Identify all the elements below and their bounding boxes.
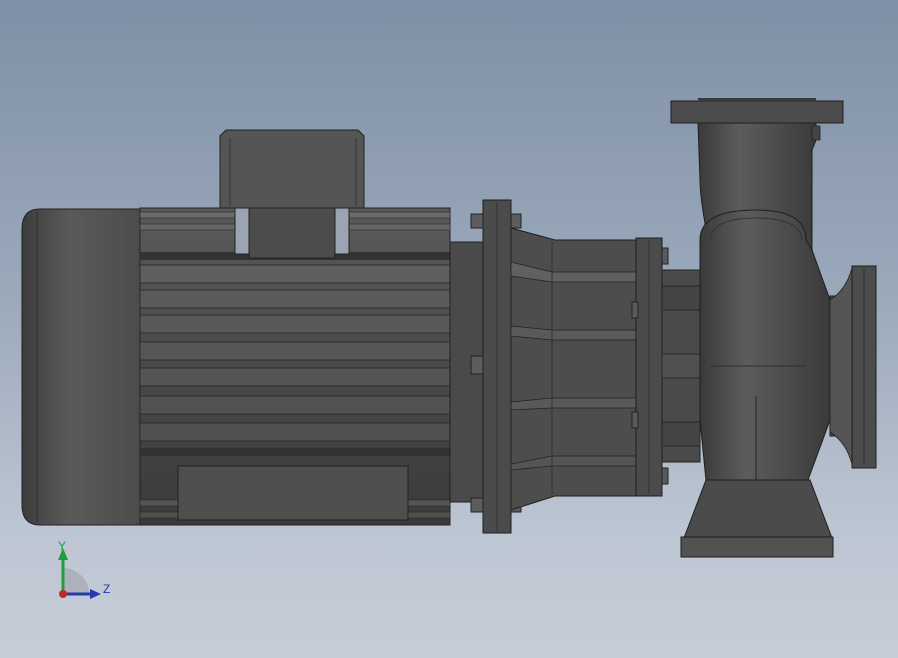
- lantern-bracket[interactable]: [510, 227, 637, 511]
- y-axis-label: Y: [58, 539, 67, 553]
- pump-model[interactable]: [0, 0, 898, 658]
- pump-base[interactable]: [680, 479, 834, 558]
- suction-nozzle[interactable]: [829, 265, 877, 469]
- triad-plane-shading: [63, 568, 89, 594]
- motor-end-cap[interactable]: [21, 208, 141, 526]
- x-axis-dot: [59, 590, 67, 598]
- z-axis-arrow: [90, 589, 101, 599]
- pump-shaft[interactable]: [661, 269, 701, 463]
- terminal-box[interactable]: [219, 129, 365, 259]
- 3d-viewport[interactable]: Y Z: [0, 0, 898, 658]
- z-axis-label: Z: [103, 582, 111, 596]
- motor-foot[interactable]: [177, 465, 409, 521]
